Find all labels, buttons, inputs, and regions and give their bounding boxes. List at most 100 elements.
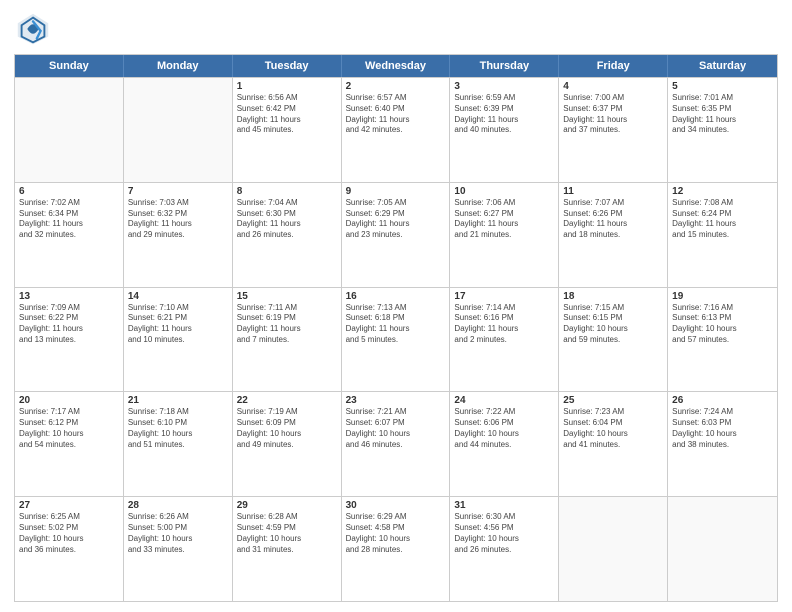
- cell-info: Sunrise: 6:28 AM Sunset: 4:59 PM Dayligh…: [237, 512, 337, 555]
- calendar-cell: 17Sunrise: 7:14 AM Sunset: 6:16 PM Dayli…: [450, 288, 559, 392]
- cell-day-number: 9: [346, 186, 446, 197]
- calendar-cell: 23Sunrise: 7:21 AM Sunset: 6:07 PM Dayli…: [342, 392, 451, 496]
- cell-info: Sunrise: 7:21 AM Sunset: 6:07 PM Dayligh…: [346, 407, 446, 450]
- day-header-tuesday: Tuesday: [233, 55, 342, 77]
- page: SundayMondayTuesdayWednesdayThursdayFrid…: [0, 0, 792, 612]
- cell-info: Sunrise: 7:16 AM Sunset: 6:13 PM Dayligh…: [672, 303, 773, 346]
- day-header-wednesday: Wednesday: [342, 55, 451, 77]
- calendar-cell: [668, 497, 777, 601]
- logo-icon: [14, 10, 52, 48]
- cell-info: Sunrise: 7:10 AM Sunset: 6:21 PM Dayligh…: [128, 303, 228, 346]
- cell-day-number: 27: [19, 500, 119, 511]
- cell-day-number: 2: [346, 81, 446, 92]
- logo: [14, 10, 56, 48]
- calendar-cell: 11Sunrise: 7:07 AM Sunset: 6:26 PM Dayli…: [559, 183, 668, 287]
- cell-info: Sunrise: 6:57 AM Sunset: 6:40 PM Dayligh…: [346, 93, 446, 136]
- calendar-cell: 25Sunrise: 7:23 AM Sunset: 6:04 PM Dayli…: [559, 392, 668, 496]
- calendar-cell: 4Sunrise: 7:00 AM Sunset: 6:37 PM Daylig…: [559, 78, 668, 182]
- cell-info: Sunrise: 7:17 AM Sunset: 6:12 PM Dayligh…: [19, 407, 119, 450]
- calendar-cell: 13Sunrise: 7:09 AM Sunset: 6:22 PM Dayli…: [15, 288, 124, 392]
- cell-day-number: 26: [672, 395, 773, 406]
- cell-info: Sunrise: 6:25 AM Sunset: 5:02 PM Dayligh…: [19, 512, 119, 555]
- cell-info: Sunrise: 7:24 AM Sunset: 6:03 PM Dayligh…: [672, 407, 773, 450]
- calendar-cell: 5Sunrise: 7:01 AM Sunset: 6:35 PM Daylig…: [668, 78, 777, 182]
- day-header-saturday: Saturday: [668, 55, 777, 77]
- cell-day-number: 4: [563, 81, 663, 92]
- cell-info: Sunrise: 7:22 AM Sunset: 6:06 PM Dayligh…: [454, 407, 554, 450]
- calendar-cell: 7Sunrise: 7:03 AM Sunset: 6:32 PM Daylig…: [124, 183, 233, 287]
- calendar-cell: 29Sunrise: 6:28 AM Sunset: 4:59 PM Dayli…: [233, 497, 342, 601]
- cell-day-number: 7: [128, 186, 228, 197]
- cell-info: Sunrise: 7:06 AM Sunset: 6:27 PM Dayligh…: [454, 198, 554, 241]
- cell-day-number: 28: [128, 500, 228, 511]
- calendar-cell: 1Sunrise: 6:56 AM Sunset: 6:42 PM Daylig…: [233, 78, 342, 182]
- calendar-cell: 22Sunrise: 7:19 AM Sunset: 6:09 PM Dayli…: [233, 392, 342, 496]
- cell-info: Sunrise: 7:09 AM Sunset: 6:22 PM Dayligh…: [19, 303, 119, 346]
- day-header-thursday: Thursday: [450, 55, 559, 77]
- cell-day-number: 16: [346, 291, 446, 302]
- cell-day-number: 1: [237, 81, 337, 92]
- cell-info: Sunrise: 7:03 AM Sunset: 6:32 PM Dayligh…: [128, 198, 228, 241]
- cell-info: Sunrise: 6:26 AM Sunset: 5:00 PM Dayligh…: [128, 512, 228, 555]
- cell-day-number: 29: [237, 500, 337, 511]
- cell-day-number: 6: [19, 186, 119, 197]
- cell-info: Sunrise: 7:11 AM Sunset: 6:19 PM Dayligh…: [237, 303, 337, 346]
- cell-info: Sunrise: 7:07 AM Sunset: 6:26 PM Dayligh…: [563, 198, 663, 241]
- calendar-cell: 30Sunrise: 6:29 AM Sunset: 4:58 PM Dayli…: [342, 497, 451, 601]
- cell-day-number: 8: [237, 186, 337, 197]
- cell-info: Sunrise: 7:00 AM Sunset: 6:37 PM Dayligh…: [563, 93, 663, 136]
- calendar-cell: 8Sunrise: 7:04 AM Sunset: 6:30 PM Daylig…: [233, 183, 342, 287]
- calendar-cell: 26Sunrise: 7:24 AM Sunset: 6:03 PM Dayli…: [668, 392, 777, 496]
- calendar-cell: [124, 78, 233, 182]
- cell-day-number: 15: [237, 291, 337, 302]
- cell-day-number: 11: [563, 186, 663, 197]
- cell-info: Sunrise: 6:29 AM Sunset: 4:58 PM Dayligh…: [346, 512, 446, 555]
- calendar-cell: 3Sunrise: 6:59 AM Sunset: 6:39 PM Daylig…: [450, 78, 559, 182]
- cell-day-number: 13: [19, 291, 119, 302]
- calendar-row-1: 1Sunrise: 6:56 AM Sunset: 6:42 PM Daylig…: [15, 77, 777, 182]
- calendar-cell: [559, 497, 668, 601]
- cell-info: Sunrise: 7:19 AM Sunset: 6:09 PM Dayligh…: [237, 407, 337, 450]
- cell-info: Sunrise: 7:01 AM Sunset: 6:35 PM Dayligh…: [672, 93, 773, 136]
- calendar-header: SundayMondayTuesdayWednesdayThursdayFrid…: [15, 55, 777, 77]
- calendar-cell: 24Sunrise: 7:22 AM Sunset: 6:06 PM Dayli…: [450, 392, 559, 496]
- header: [14, 10, 778, 48]
- cell-info: Sunrise: 7:15 AM Sunset: 6:15 PM Dayligh…: [563, 303, 663, 346]
- cell-day-number: 19: [672, 291, 773, 302]
- day-header-sunday: Sunday: [15, 55, 124, 77]
- calendar-cell: 14Sunrise: 7:10 AM Sunset: 6:21 PM Dayli…: [124, 288, 233, 392]
- calendar-cell: 15Sunrise: 7:11 AM Sunset: 6:19 PM Dayli…: [233, 288, 342, 392]
- day-header-friday: Friday: [559, 55, 668, 77]
- cell-day-number: 12: [672, 186, 773, 197]
- cell-info: Sunrise: 6:30 AM Sunset: 4:56 PM Dayligh…: [454, 512, 554, 555]
- cell-day-number: 20: [19, 395, 119, 406]
- cell-day-number: 31: [454, 500, 554, 511]
- calendar-cell: 9Sunrise: 7:05 AM Sunset: 6:29 PM Daylig…: [342, 183, 451, 287]
- calendar-row-3: 13Sunrise: 7:09 AM Sunset: 6:22 PM Dayli…: [15, 287, 777, 392]
- cell-info: Sunrise: 6:56 AM Sunset: 6:42 PM Dayligh…: [237, 93, 337, 136]
- cell-day-number: 22: [237, 395, 337, 406]
- cell-day-number: 21: [128, 395, 228, 406]
- calendar-cell: 31Sunrise: 6:30 AM Sunset: 4:56 PM Dayli…: [450, 497, 559, 601]
- cell-info: Sunrise: 7:18 AM Sunset: 6:10 PM Dayligh…: [128, 407, 228, 450]
- cell-day-number: 5: [672, 81, 773, 92]
- cell-info: Sunrise: 7:13 AM Sunset: 6:18 PM Dayligh…: [346, 303, 446, 346]
- calendar-body: 1Sunrise: 6:56 AM Sunset: 6:42 PM Daylig…: [15, 77, 777, 601]
- calendar-cell: 10Sunrise: 7:06 AM Sunset: 6:27 PM Dayli…: [450, 183, 559, 287]
- calendar-cell: 21Sunrise: 7:18 AM Sunset: 6:10 PM Dayli…: [124, 392, 233, 496]
- cell-day-number: 23: [346, 395, 446, 406]
- calendar-cell: 20Sunrise: 7:17 AM Sunset: 6:12 PM Dayli…: [15, 392, 124, 496]
- cell-day-number: 24: [454, 395, 554, 406]
- cell-info: Sunrise: 7:04 AM Sunset: 6:30 PM Dayligh…: [237, 198, 337, 241]
- cell-day-number: 3: [454, 81, 554, 92]
- cell-day-number: 17: [454, 291, 554, 302]
- calendar: SundayMondayTuesdayWednesdayThursdayFrid…: [14, 54, 778, 602]
- calendar-cell: 2Sunrise: 6:57 AM Sunset: 6:40 PM Daylig…: [342, 78, 451, 182]
- calendar-cell: 28Sunrise: 6:26 AM Sunset: 5:00 PM Dayli…: [124, 497, 233, 601]
- calendar-row-4: 20Sunrise: 7:17 AM Sunset: 6:12 PM Dayli…: [15, 391, 777, 496]
- calendar-cell: [15, 78, 124, 182]
- cell-info: Sunrise: 7:05 AM Sunset: 6:29 PM Dayligh…: [346, 198, 446, 241]
- calendar-cell: 12Sunrise: 7:08 AM Sunset: 6:24 PM Dayli…: [668, 183, 777, 287]
- cell-day-number: 14: [128, 291, 228, 302]
- calendar-row-5: 27Sunrise: 6:25 AM Sunset: 5:02 PM Dayli…: [15, 496, 777, 601]
